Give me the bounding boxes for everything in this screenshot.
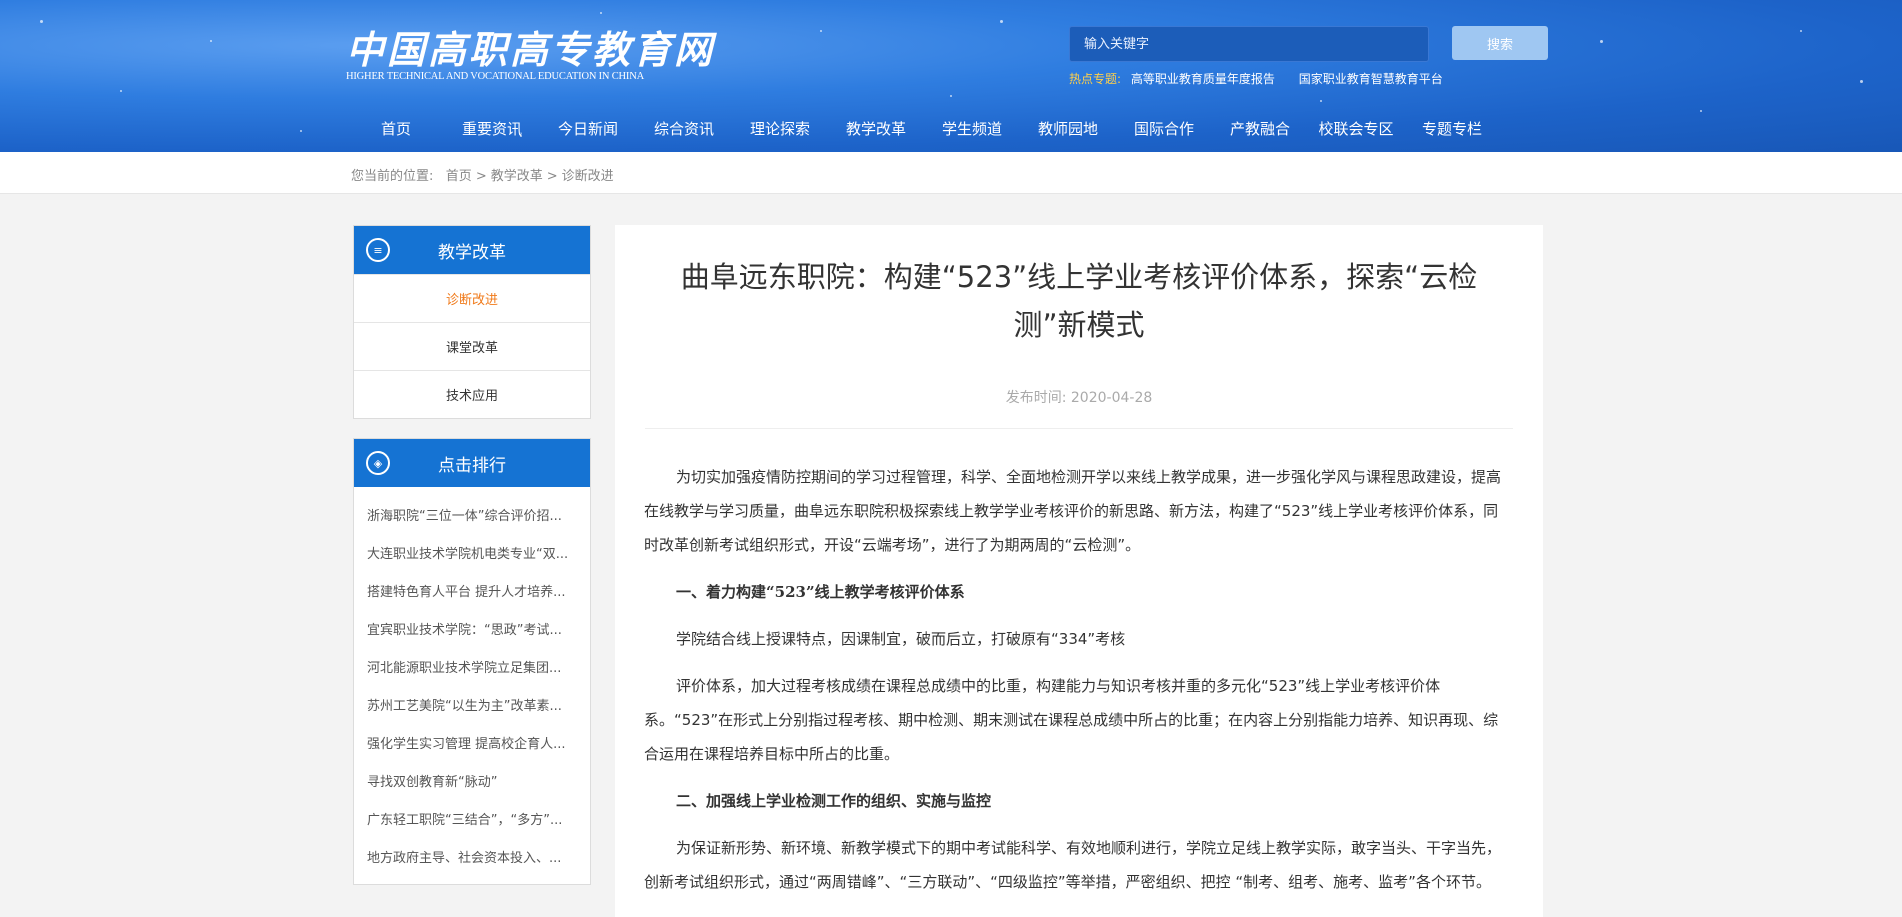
category-item-classroom[interactable]: 课堂改革 xyxy=(354,322,590,370)
article-paragraph: 为切实加强疫情防控期间的学习过程管理，科学、全面地检测开学以来线上教学成果，进一… xyxy=(644,468,1502,554)
ranking-item[interactable]: 强化学生实习管理 提高校企育人... xyxy=(354,723,590,761)
hot-topics: 热点专题: 高等职业教育质量年度报告 国家职业教育智慧教育平台 xyxy=(1069,70,1457,87)
category-panel: ≡ 教学改革 诊断改进 课堂改革 技术应用 xyxy=(353,225,591,419)
article-title: 曲阜远东职院：构建“523”线上学业考核评价体系，探索“云检测”新模式 xyxy=(680,260,1478,342)
category-item-diagnosis[interactable]: 诊断改进 xyxy=(354,274,590,322)
main-nav: 首页 重要资讯 今日新闻 综合资讯 理论探索 教学改革 学生频道 教师园地 国际… xyxy=(348,118,1500,139)
article-section-heading: 二、加强线上学业检测工作的组织、实施与监控 xyxy=(676,792,992,810)
list-icon: ≡ xyxy=(366,238,390,262)
article-date: 发布时间: 2020-04-28 xyxy=(615,387,1543,407)
hot-link-smart-education[interactable]: 国家职业教育智慧教育平台 xyxy=(1299,72,1443,86)
article-body: 为切实加强疫情防控期间的学习过程管理，科学、全面地检测开学以来线上教学成果，进一… xyxy=(644,460,1512,912)
article-panel: 曲阜远东职院：构建“523”线上学业考核评价体系，探索“云检测”新模式 发布时间… xyxy=(615,225,1543,917)
logo-chinese: 中国高职高专教育网 xyxy=(346,27,716,72)
breadcrumb: 您当前的位置: 首页 > 教学改革 > 诊断改进 xyxy=(351,169,614,184)
ranking-item[interactable]: 寻找双创教育新“脉动” xyxy=(354,761,590,799)
ranking-item[interactable]: 宜宾职业技术学院：“思政”考试... xyxy=(354,609,590,647)
nav-item-important-news[interactable]: 重要资讯 xyxy=(444,118,540,139)
category-item-technology[interactable]: 技术应用 xyxy=(354,370,590,418)
breadcrumb-teaching-reform[interactable]: 教学改革 xyxy=(491,169,543,184)
hot-link-quality-report[interactable]: 高等职业教育质量年度报告 xyxy=(1131,72,1275,86)
site-logo[interactable]: 中国高职高专教育网 HIGHER TECHNICAL AND VOCATIONA… xyxy=(346,27,716,83)
ranking-item[interactable]: 浙海职院“三位一体”综合评价招... xyxy=(354,495,590,533)
breadcrumb-current[interactable]: 诊断改进 xyxy=(562,169,614,184)
breadcrumb-home[interactable]: 首页 xyxy=(446,169,472,184)
article-section-heading: 一、着力构建“523”线上教学考核评价体系 xyxy=(676,583,965,601)
ranking-item[interactable]: 广东轻工职院“三结合”，“多方”... xyxy=(354,799,590,837)
ranking-item[interactable]: 苏州工艺美院“以生为主”改革素... xyxy=(354,685,590,723)
ranking-item[interactable]: 搭建特色育人平台 提升人才培养... xyxy=(354,571,590,609)
breadcrumb-prefix: 您当前的位置: xyxy=(351,169,434,184)
nav-item-general-news[interactable]: 综合资讯 xyxy=(636,118,732,139)
nav-item-students[interactable]: 学生频道 xyxy=(924,118,1020,139)
ranking-icon: ◈ xyxy=(366,451,390,475)
article-date-label: 发布时间: xyxy=(1005,390,1067,406)
divider xyxy=(645,428,1513,429)
ranking-header: ◈ 点击排行 xyxy=(354,439,590,487)
nav-item-special-topics[interactable]: 专题专栏 xyxy=(1404,118,1500,139)
article-date-value: 2020-04-28 xyxy=(1070,390,1153,406)
search-input[interactable] xyxy=(1070,27,1428,61)
nav-item-theory[interactable]: 理论探索 xyxy=(732,118,828,139)
article-paragraph: 评价体系，加大过程考核成绩在课程总成绩中的比重，构建能力与知识考核并重的多元化“… xyxy=(644,677,1499,763)
nav-item-industry-education[interactable]: 产教融合 xyxy=(1212,118,1308,139)
nav-item-today-news[interactable]: 今日新闻 xyxy=(540,118,636,139)
search-box xyxy=(1069,26,1429,62)
category-header: ≡ 教学改革 xyxy=(354,226,590,274)
nav-item-teachers[interactable]: 教师园地 xyxy=(1020,118,1116,139)
nav-item-alliance[interactable]: 校联会专区 xyxy=(1308,118,1404,139)
search-button[interactable]: 搜索 xyxy=(1452,26,1548,60)
ranking-item[interactable]: 地方政府主导、社会资本投入、... xyxy=(354,837,590,875)
hot-topics-label: 热点专题: xyxy=(1069,72,1122,86)
site-header: 中国高职高专教育网 HIGHER TECHNICAL AND VOCATIONA… xyxy=(0,0,1902,152)
ranking-item[interactable]: 大连职业技术学院机电类专业“双... xyxy=(354,533,590,571)
breadcrumb-bar: 您当前的位置: 首页 > 教学改革 > 诊断改进 xyxy=(0,152,1902,194)
nav-item-international[interactable]: 国际合作 xyxy=(1116,118,1212,139)
nav-item-home[interactable]: 首页 xyxy=(348,118,444,139)
article-paragraph: 为保证新形势、新环境、新教学模式下的期中考试能科学、有效地顺利进行，学院立足线上… xyxy=(644,839,1502,891)
nav-item-teaching-reform[interactable]: 教学改革 xyxy=(828,118,924,139)
logo-english: HIGHER TECHNICAL AND VOCATIONAL EDUCATIO… xyxy=(346,71,644,82)
ranking-panel: ◈ 点击排行 浙海职院“三位一体”综合评价招... 大连职业技术学院机电类专业“… xyxy=(353,438,591,885)
ranking-item[interactable]: 河北能源职业技术学院立足集团... xyxy=(354,647,590,685)
article-paragraph: 学院结合线上授课特点，因课制宜，破而后立，打破原有“334”考核 xyxy=(676,630,1126,648)
